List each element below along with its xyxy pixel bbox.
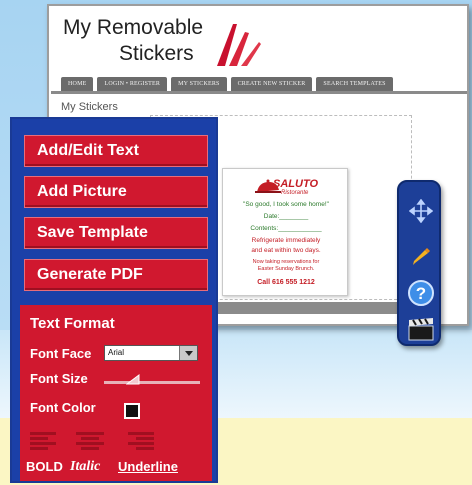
main-nav: HOME LOGIN • REGISTER MY STICKERS CREATE… <box>61 77 461 91</box>
sticker-refrigerate-2: and eat within two days. <box>251 247 321 254</box>
sticker-brand-sub: Ristorante <box>281 190 309 196</box>
font-face-select[interactable]: Arial <box>104 345 198 361</box>
media-tool[interactable] <box>406 314 436 344</box>
align-center-icon[interactable] <box>76 431 104 451</box>
nav-home[interactable]: HOME <box>61 77 94 91</box>
sticker-phone: Call 616 555 1212 <box>257 279 315 286</box>
nav-my-stickers[interactable]: MY STICKERS <box>171 77 227 91</box>
slider-thumb-icon[interactable] <box>126 373 140 385</box>
svg-text:?: ? <box>416 284 426 303</box>
nav-login-register[interactable]: LOGIN • REGISTER <box>97 77 168 91</box>
logo-swoosh-icon <box>217 24 261 66</box>
nav-underline <box>51 91 467 94</box>
page-title: My Stickers <box>61 101 118 113</box>
bold-button[interactable]: BOLD <box>26 459 63 474</box>
sticker-date: Date:________ <box>263 213 309 220</box>
site-logo[interactable]: My Removable Stickers <box>63 14 273 76</box>
clapperboard-icon <box>408 318 434 341</box>
sticker-refrigerate-1: Refrigerate immediately <box>251 237 321 244</box>
underline-button[interactable]: Underline <box>118 459 178 474</box>
help-icon: ? <box>408 280 434 306</box>
sticker-reservation-1: Now taking reservations for <box>252 259 320 265</box>
tool-panel: ? <box>397 180 441 346</box>
font-size-label: Font Size <box>30 371 88 386</box>
add-picture-button[interactable]: Add Picture <box>24 176 208 208</box>
align-right-icon[interactable] <box>126 431 154 451</box>
nav-create-sticker[interactable]: CREATE NEW STICKER <box>230 77 313 91</box>
font-size-slider[interactable] <box>104 381 200 384</box>
logo-text-line2: Stickers <box>119 42 194 65</box>
pencil-icon <box>413 248 430 265</box>
sticker-reservation-2: Easter Sunday Brunch. <box>257 266 315 272</box>
editor-panel: Add/Edit Text Add Picture Save Template … <box>10 117 218 483</box>
add-edit-text-button[interactable]: Add/Edit Text <box>24 135 208 167</box>
font-color-label: Font Color <box>30 400 96 415</box>
text-format-section: Text Format Font Face Arial Font Size Fo… <box>20 305 212 481</box>
move-tool[interactable] <box>406 196 436 226</box>
logo-text-line1: My Removable <box>63 16 204 39</box>
font-face-value: Arial <box>108 348 125 357</box>
nav-search-templates[interactable]: SEARCH TEMPLATES <box>316 77 393 91</box>
help-tool[interactable]: ? <box>406 278 436 308</box>
save-template-button[interactable]: Save Template <box>24 217 208 249</box>
chevron-down-icon[interactable] <box>179 346 197 360</box>
sticker-preview[interactable]: SALUTO Ristorante "So good, I took some … <box>222 168 348 296</box>
font-face-label: Font Face <box>30 346 92 361</box>
align-left-icon[interactable] <box>30 431 58 451</box>
font-color-swatch[interactable] <box>124 403 140 419</box>
sticker-contents: Contents:____________ <box>250 225 322 232</box>
italic-button[interactable]: Italic <box>70 459 100 475</box>
sticker-quote: "So good, I took some home!" <box>243 201 329 208</box>
text-format-title: Text Format <box>30 315 115 332</box>
move-icon <box>409 199 433 223</box>
generate-pdf-button[interactable]: Generate PDF <box>24 259 208 291</box>
pencil-tool[interactable] <box>406 240 436 270</box>
sticker-brand: SALUTO <box>273 178 319 190</box>
